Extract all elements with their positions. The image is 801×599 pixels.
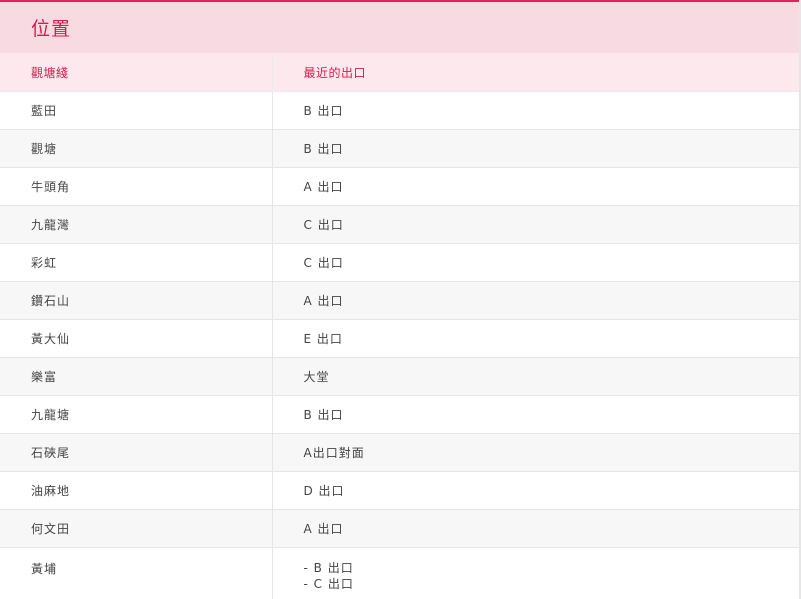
- panel-header: 位置: [0, 2, 799, 53]
- exit-label: C 出口: [303, 217, 344, 232]
- table-row: 鑽石山 A 出口: [0, 281, 799, 320]
- exit-cell: 大堂: [271, 357, 799, 396]
- exit-cell: A 出口: [271, 509, 799, 548]
- exit-cell: B 出口: [271, 91, 799, 130]
- exit-cell: - B 出口 - C 出口: [271, 547, 799, 599]
- location-panel: 位置 觀塘綫 最近的出口 藍田 B 出口 觀塘 B 出口 牛頭角 A 出口 九龍灣 C 出口彩…: [0, 0, 801, 599]
- table-header: 觀塘綫 最近的出口: [0, 53, 799, 92]
- table-row: 九龍灣 C 出口: [0, 205, 799, 244]
- station-cell: 觀塘: [0, 129, 272, 168]
- station-cell: 樂富: [0, 357, 272, 396]
- exit-label: B 出口: [303, 407, 344, 422]
- exit-label: E 出口: [303, 331, 343, 346]
- table-row: 九龍塘 B 出口: [0, 395, 799, 434]
- exit-label: C 出口: [303, 255, 344, 270]
- exit-cell: E 出口: [271, 319, 799, 358]
- table-row: 黃埔 - B 出口 - C 出口: [0, 547, 799, 599]
- exit-label: - B 出口: [303, 561, 354, 575]
- exit-table: 觀塘綫 最近的出口 藍田 B 出口 觀塘 B 出口 牛頭角 A 出口 九龍灣 C 出口 彩虹 C …: [0, 53, 799, 599]
- station-cell: 黃大仙: [0, 319, 272, 358]
- station-cell: 黃埔: [0, 547, 272, 599]
- exit-label: 大堂: [303, 369, 330, 384]
- exit-label: B 出口: [303, 103, 344, 118]
- station-cell: 石硤尾: [0, 433, 272, 472]
- table-row: 油麻地 D 出口: [0, 471, 799, 510]
- table-row: 藍田 B 出口: [0, 91, 799, 130]
- exit-label: B 出口: [303, 141, 344, 156]
- station-cell: 油麻地: [0, 471, 272, 510]
- station-cell: 九龍塘: [0, 395, 272, 434]
- exit-label: D 出口: [303, 483, 345, 498]
- exit-label: A 出口: [303, 521, 344, 536]
- station-cell: 九龍灣: [0, 205, 272, 244]
- exit-label: A 出口: [303, 179, 344, 194]
- exit-cell: D 出口: [271, 471, 799, 510]
- exit-cell: B 出口: [271, 129, 799, 168]
- exit-cell: A出口對面: [271, 433, 799, 472]
- exit-cell: C 出口: [271, 205, 799, 244]
- column-header-exit: 最近的出口: [271, 53, 799, 92]
- station-cell: 彩虹: [0, 243, 272, 282]
- table-row: 石硤尾 A出口對面: [0, 433, 799, 472]
- station-cell: 鑽石山: [0, 281, 272, 320]
- exit-cell: B 出口: [271, 395, 799, 434]
- table-body: 藍田 B 出口 觀塘 B 出口 牛頭角 A 出口 九龍灣 C 出口 彩虹 C 出口 鑽石山 A 出口黃…: [0, 91, 799, 599]
- column-header-line: 觀塘綫: [0, 53, 272, 92]
- exit-label: A出口對面: [303, 445, 365, 460]
- table-row: 彩虹 C 出口: [0, 243, 799, 282]
- exit-cell: A 出口: [271, 281, 799, 320]
- exit-label: - C 出口: [303, 577, 354, 591]
- page-title: 位置: [31, 18, 72, 40]
- station-cell: 牛頭角: [0, 167, 272, 206]
- exit-cell: C 出口: [271, 243, 799, 282]
- table-row: 何文田 A 出口: [0, 509, 799, 548]
- station-cell: 何文田: [0, 509, 272, 548]
- exit-label: A 出口: [303, 293, 344, 308]
- table-row: 觀塘 B 出口: [0, 129, 799, 168]
- station-cell: 藍田: [0, 91, 272, 130]
- exit-cell: A 出口: [271, 167, 799, 206]
- table-row: 牛頭角 A 出口: [0, 167, 799, 206]
- table-row: 黃大仙 E 出口: [0, 319, 799, 358]
- table-row: 樂富 大堂: [0, 357, 799, 396]
